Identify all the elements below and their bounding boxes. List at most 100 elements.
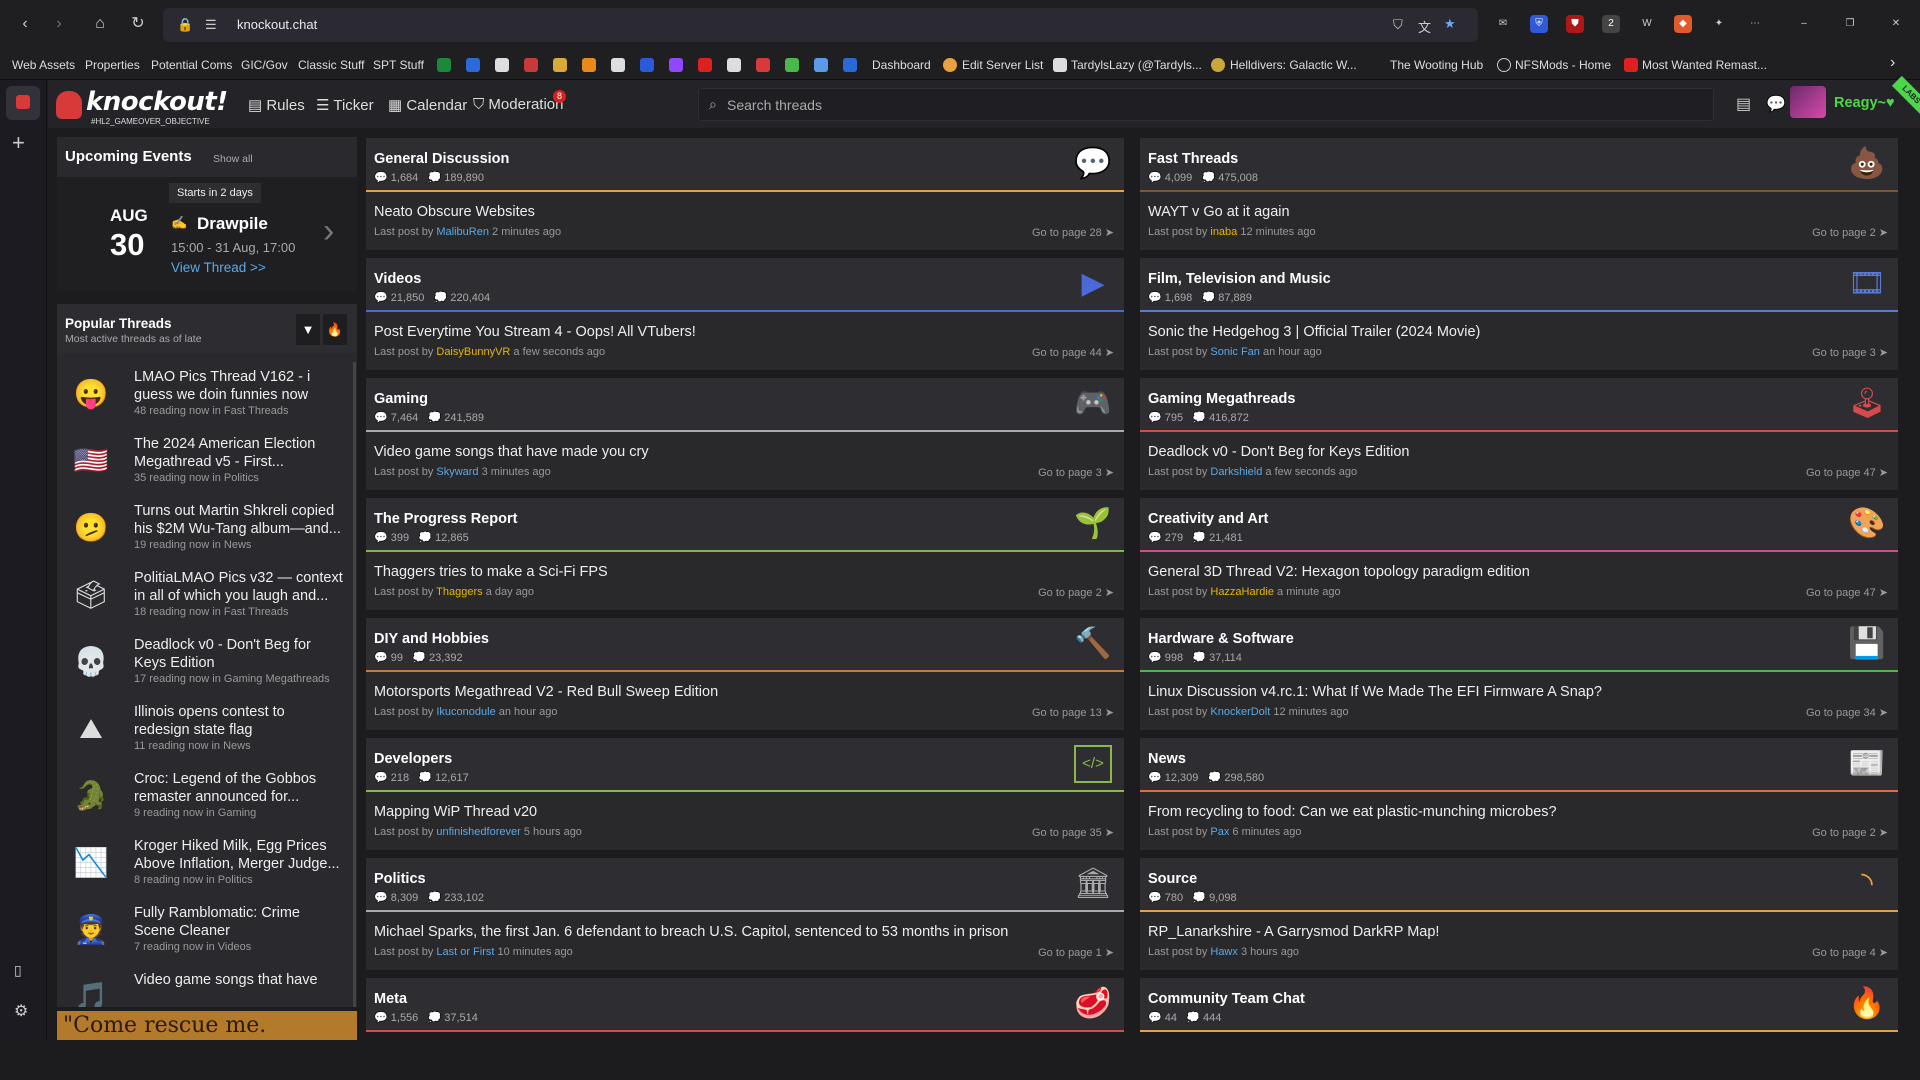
latest-thread[interactable]: Michael Sparks, the first Jan. 6 defenda… — [366, 912, 1124, 970]
minimize-icon[interactable]: – — [1795, 15, 1813, 33]
go-to-page-link[interactable]: Go to page 4 ➤ — [1812, 946, 1888, 959]
latest-thread-title[interactable]: Mapping WiP Thread v20 — [374, 804, 537, 820]
subforum-name[interactable]: Fast Threads — [1148, 151, 1238, 167]
bookmark-icon[interactable] — [524, 58, 538, 72]
thread-title[interactable]: The 2024 American Election Megathread v5… — [134, 435, 344, 471]
twitch-icon[interactable] — [669, 58, 683, 72]
latest-thread[interactable]: RP_Lanarkshire - A Garrysmod DarkRP Map!… — [1140, 912, 1898, 970]
subforum-name[interactable]: Developers — [374, 751, 452, 767]
latest-thread-title[interactable]: Neato Obscure Websites — [374, 204, 535, 220]
go-to-page-link[interactable]: Go to page 35 ➤ — [1032, 826, 1114, 839]
subforum-card[interactable]: Source 💬 780 💭 9,098 ◝ RP_Lanarkshire - A G… — [1140, 858, 1898, 970]
subforum-header[interactable]: Film, Television and Music 💬 1,698 💭 87,8… — [1140, 258, 1898, 310]
search-placeholder[interactable]: Search threads — [727, 97, 822, 113]
bookmark-most-wanted[interactable]: Most Wanted Remast... — [1642, 58, 1767, 72]
threads-icon[interactable]: ▤ — [1736, 94, 1751, 114]
menu-icon[interactable]: ⋯ — [1746, 15, 1764, 33]
go-to-page-link[interactable]: Go to page 3 ➤ — [1812, 346, 1888, 359]
go-to-page-link[interactable]: Go to page 2 ➤ — [1038, 586, 1114, 599]
subforum-name[interactable]: Source — [1148, 871, 1197, 887]
chevron-right-icon[interactable]: › — [323, 212, 334, 251]
last-post-user[interactable]: DaisyBunnyVR — [436, 346, 510, 358]
thread-title[interactable]: Fully Ramblomatic: Crime Scene Cleaner — [134, 904, 344, 940]
subforum-card[interactable]: Developers 💬 218 💭 12,617 </> Mapping WiP T… — [366, 738, 1124, 850]
thread-title[interactable]: PolitiaLMAO Pics v32 — context in all of… — [134, 569, 344, 605]
latest-thread[interactable]: Motorsports Megathread V2 - Red Bull Swe… — [366, 672, 1124, 730]
go-to-page-link[interactable]: Go to page 44 ➤ — [1032, 346, 1114, 359]
helldivers-icon[interactable] — [1211, 58, 1225, 72]
messages-icon[interactable]: 💬 — [1766, 94, 1786, 114]
nav-rules[interactable]: ▤ Rules — [248, 96, 305, 114]
ublock-icon[interactable]: ⛊ — [1566, 15, 1584, 33]
subforum-header[interactable]: Politics 💬 8,309 💭 233,102 🏛 — [366, 858, 1124, 910]
subforum-card[interactable]: Community Team Chat 💬 44 💭 444 🔥 — [1140, 978, 1898, 1080]
last-post-user[interactable]: MalibuRen — [436, 226, 489, 238]
subforum-header[interactable]: Hardware & Software 💬 998 💭 37,114 💾 — [1140, 618, 1898, 670]
bookmark-potential-coms[interactable]: Potential Coms — [151, 58, 232, 72]
nav-ticker[interactable]: ☰ Ticker — [316, 96, 374, 114]
filter-icon[interactable]: ▼ — [296, 314, 320, 345]
popular-thread-item[interactable]: 🫤 Turns out Martin Shkreli copied his $2M… — [57, 494, 345, 561]
youtube-icon[interactable] — [698, 58, 712, 72]
last-post-user[interactable]: unfinishedforever — [436, 826, 520, 838]
latest-thread-title[interactable]: WAYT v Go at it again — [1148, 204, 1290, 220]
forward-icon[interactable]: › — [48, 13, 70, 35]
go-to-page-link[interactable]: Go to page 2 ➤ — [1812, 226, 1888, 239]
popular-thread-item[interactable]: 📉 Kroger Hiked Milk, Egg Prices Above Inf… — [57, 829, 345, 896]
bookmark-icon[interactable] — [437, 58, 451, 72]
last-post-user[interactable]: HazzaHardie — [1210, 586, 1274, 598]
scrollbar[interactable] — [353, 362, 356, 1007]
latest-thread[interactable]: Neato Obscure Websites Last post by Malib… — [366, 192, 1124, 250]
bitwarden-icon[interactable]: ⛨ — [1530, 15, 1548, 33]
latest-thread-title[interactable]: From recycling to food: Can we eat plast… — [1148, 804, 1557, 820]
thread-title[interactable]: Video game songs that have — [134, 971, 344, 989]
subforum-card[interactable]: Fast Threads 💬 4,099 💭 475,008 💩 WAYT v Go … — [1140, 138, 1898, 250]
subforum-name[interactable]: Hardware & Software — [1148, 631, 1294, 647]
subforum-name[interactable]: Videos — [374, 271, 421, 287]
subforum-header[interactable]: Videos 💬 21,850 💭 220,404 ▶ — [366, 258, 1124, 310]
subforum-card[interactable]: Meta 💬 1,556 💭 37,514 🥩 — [366, 978, 1124, 1080]
subforum-card[interactable]: News 💬 12,309 💭 298,580 📰 From recycling to… — [1140, 738, 1898, 850]
subforum-name[interactable]: Gaming — [374, 391, 428, 407]
site-logo[interactable]: knockout! #HL2_GAMEOVER_OBJECTIVE — [54, 86, 229, 126]
subforum-name[interactable]: Creativity and Art — [1148, 511, 1268, 527]
search-input[interactable]: ⌕ Search threads — [698, 88, 1714, 121]
bookmark-icon[interactable] — [582, 58, 596, 72]
subforum-header[interactable]: Fast Threads 💬 4,099 💭 475,008 💩 — [1140, 138, 1898, 190]
subforum-header[interactable]: Meta 💬 1,556 💭 37,514 🥩 — [366, 978, 1124, 1030]
go-to-page-link[interactable]: Go to page 47 ➤ — [1806, 586, 1888, 599]
bookmark-icon[interactable] — [756, 58, 770, 72]
latest-thread-title[interactable]: General 3D Thread V2: Hexagon topology p… — [1148, 564, 1530, 580]
subforum-header[interactable]: Creativity and Art 💬 279 💭 21,481 🎨 — [1140, 498, 1898, 550]
go-to-page-link[interactable]: Go to page 34 ➤ — [1806, 706, 1888, 719]
latest-thread[interactable]: Sonic the Hedgehog 3 | Official Trailer … — [1140, 312, 1898, 370]
subforum-name[interactable]: Gaming Megathreads — [1148, 391, 1295, 407]
thread-title[interactable]: LMAO Pics Thread V162 - i guess we doin … — [134, 368, 344, 404]
back-icon[interactable]: ‹ — [14, 13, 36, 35]
subforum-card[interactable]: The Progress Report 💬 399 💭 12,865 🌱 Thagge… — [366, 498, 1124, 610]
extensions-icon[interactable]: ✦ — [1710, 15, 1728, 33]
bookmark-classic-stuff[interactable]: Classic Stuff — [298, 58, 364, 72]
lock-icon[interactable]: 🔒 — [177, 17, 193, 33]
popular-thread-item[interactable]: 🇺🇸 The 2024 American Election Megathread … — [57, 427, 345, 494]
globe-icon[interactable] — [1497, 58, 1511, 72]
bookmark-icon[interactable] — [640, 58, 654, 72]
subforum-name[interactable]: The Progress Report — [374, 511, 517, 527]
bookmark-spt-stuff[interactable]: SPT Stuff — [373, 58, 424, 72]
bookmark-gic-gov[interactable]: GIC/Gov — [241, 58, 288, 72]
latest-thread[interactable]: Post Everytime You Stream 4 - Oops! All … — [366, 312, 1124, 370]
popular-thread-item[interactable]: 🎵 Video game songs that have — [57, 963, 345, 1007]
bookmark-properties[interactable]: Properties — [85, 58, 140, 72]
subforum-card[interactable]: Gaming Megathreads 💬 795 💭 416,872 🕹 Deadlo… — [1140, 378, 1898, 490]
bookmark-nfsmods[interactable]: NFSMods - Home — [1515, 58, 1611, 72]
mail-icon[interactable]: ✉ — [1494, 15, 1512, 33]
server-icon[interactable] — [943, 58, 957, 72]
last-post-user[interactable]: Darkshield — [1210, 466, 1262, 478]
last-post-user[interactable]: Skyward — [436, 466, 478, 478]
latest-thread-title[interactable]: Sonic the Hedgehog 3 | Official Trailer … — [1148, 324, 1480, 340]
bookmark-icon[interactable] — [814, 58, 828, 72]
subforum-card[interactable]: DIY and Hobbies 💬 99 💭 23,392 🔨 Motorsports… — [366, 618, 1124, 730]
latest-thread-title[interactable]: Deadlock v0 - Don't Beg for Keys Edition — [1148, 444, 1409, 460]
events-show-all[interactable]: Show all — [213, 153, 253, 165]
popular-thread-item[interactable]: 🐊 Croc: Legend of the Gobbos remaster ann… — [57, 762, 345, 829]
